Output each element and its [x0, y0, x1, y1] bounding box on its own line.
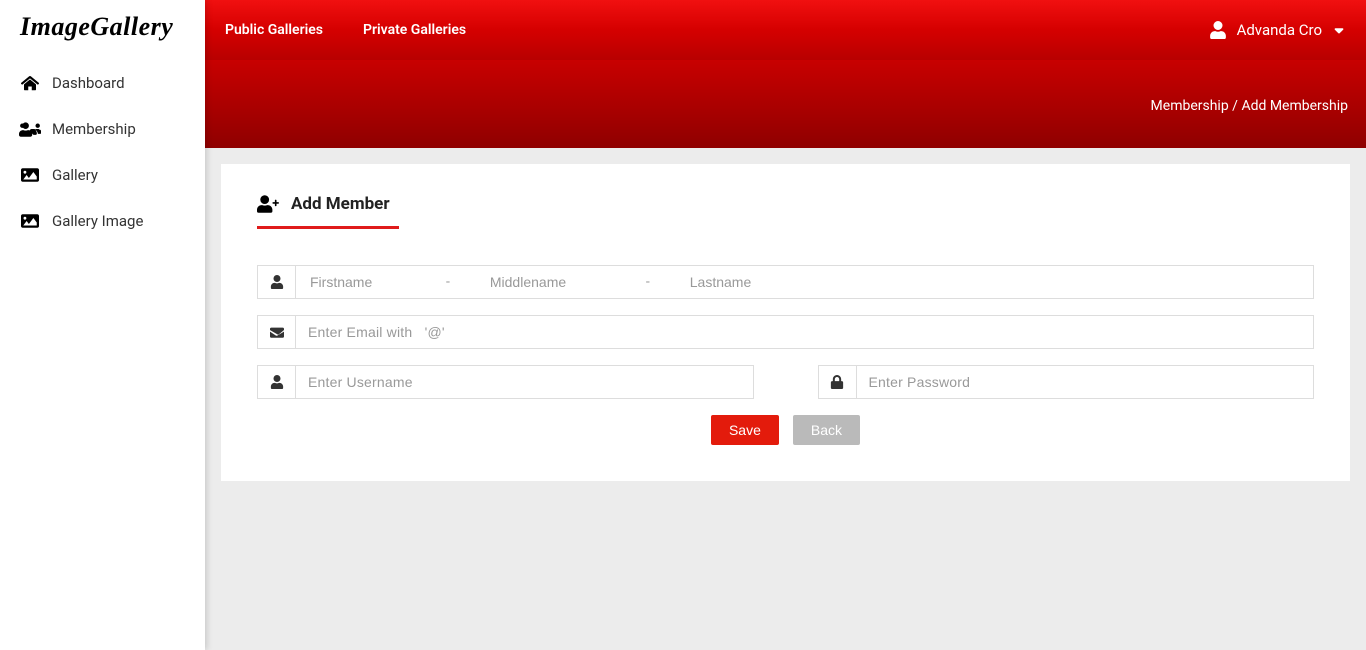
person-icon — [258, 266, 296, 298]
users-icon — [18, 120, 42, 138]
title-underline — [257, 226, 399, 229]
panel-header: Add Member — [257, 194, 1314, 214]
dash-separator: - — [618, 274, 678, 290]
user-menu[interactable]: Advanda Cro — [1209, 21, 1346, 39]
chevron-down-icon — [1332, 23, 1346, 37]
page-hero: Membership / Add Membership — [205, 60, 1366, 148]
name-input-group: - - — [257, 265, 1314, 299]
firstname-input[interactable] — [298, 266, 418, 298]
sidebar-item-gallery-image[interactable]: Gallery Image — [0, 198, 205, 244]
content: Add Member - - — [205, 148, 1366, 650]
breadcrumb-current: Add Membership — [1241, 98, 1348, 114]
username-input[interactable] — [296, 366, 753, 398]
lastname-input[interactable] — [678, 266, 1311, 298]
username-input-group — [257, 365, 754, 399]
image-icon — [18, 166, 42, 184]
lock-icon — [819, 366, 857, 398]
user-plus-icon — [257, 194, 279, 214]
add-member-panel: Add Member - - — [221, 164, 1350, 481]
sidebar-item-label: Dashboard — [52, 76, 125, 91]
topnav-public-galleries[interactable]: Public Galleries — [225, 22, 323, 38]
save-button[interactable]: Save — [711, 415, 779, 445]
person-icon — [258, 366, 296, 398]
credentials-row — [257, 365, 1314, 399]
image-icon — [18, 212, 42, 230]
user-name-label: Advanda Cro — [1237, 21, 1322, 39]
sidebar: ImageGallery Dashboard Membership Galler… — [0, 0, 205, 650]
email-input[interactable] — [296, 316, 1313, 348]
sidebar-item-label: Gallery — [52, 168, 98, 183]
breadcrumb-parent[interactable]: Membership — [1151, 98, 1229, 114]
sidebar-item-dashboard[interactable]: Dashboard — [0, 60, 205, 106]
home-icon — [18, 74, 42, 92]
sidebar-item-label: Membership — [52, 122, 136, 137]
email-input-group — [257, 315, 1314, 349]
topbar: Public Galleries Private Galleries Advan… — [205, 0, 1366, 60]
sidebar-item-membership[interactable]: Membership — [0, 106, 205, 152]
topnav-private-galleries[interactable]: Private Galleries — [363, 22, 466, 38]
brand-logo: ImageGallery — [0, 0, 205, 60]
main-area: Public Galleries Private Galleries Advan… — [205, 0, 1366, 650]
back-button[interactable]: Back — [793, 415, 860, 445]
dash-separator: - — [418, 274, 478, 290]
breadcrumb-sep: / — [1229, 98, 1242, 114]
topnav: Public Galleries Private Galleries — [225, 22, 466, 38]
password-input[interactable] — [857, 366, 1314, 398]
sidebar-item-gallery[interactable]: Gallery — [0, 152, 205, 198]
password-input-group — [818, 365, 1315, 399]
envelope-icon — [258, 316, 296, 348]
sidebar-item-label: Gallery Image — [52, 214, 143, 229]
panel-title: Add Member — [291, 194, 390, 214]
middlename-input[interactable] — [478, 266, 618, 298]
breadcrumb: Membership / Add Membership — [1151, 98, 1348, 114]
user-icon — [1209, 21, 1227, 39]
form-actions: Save Back — [257, 415, 1314, 445]
